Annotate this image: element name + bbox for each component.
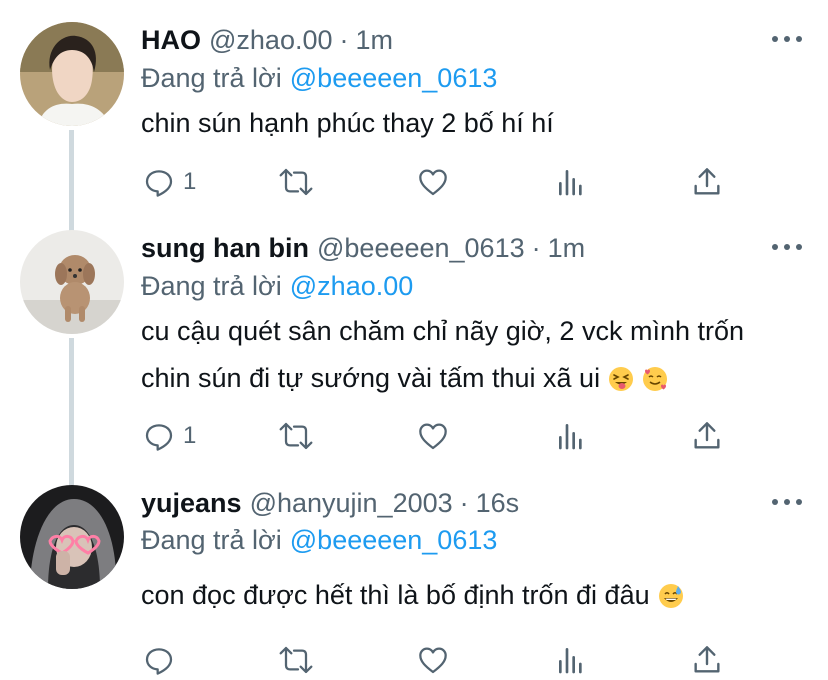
display-name[interactable]: sung han bin <box>141 233 309 264</box>
like-button[interactable] <box>416 416 450 456</box>
replying-to-label: Đang trả lời <box>141 62 282 93</box>
like-button[interactable] <box>416 162 450 202</box>
share-button[interactable] <box>692 416 722 456</box>
smiling-face-with-hearts-icon <box>642 360 668 391</box>
tweet-text-line: cu cậu quét sân chăm chỉ nãy giờ, 2 vck … <box>141 316 745 346</box>
replying-to: Đang trả lời @beeeeen_0613 <box>141 60 497 96</box>
tweet-text: chin sún hạnh phúc thay 2 bố hí hí <box>141 100 554 147</box>
replying-to-handle[interactable]: @beeeeen_0613 <box>290 63 498 94</box>
replying-to-handle[interactable]: @zhao.00 <box>290 271 414 302</box>
replying-to: Đang trả lời @zhao.00 <box>141 268 413 304</box>
tweet-text-line: chin sún hạnh phúc thay 2 bố hí hí <box>141 108 554 138</box>
avatar[interactable] <box>20 22 124 126</box>
separator-dot: · <box>459 487 469 518</box>
squinting-face-with-tongue-icon <box>608 360 634 391</box>
tweet-actions: 1 <box>0 416 828 456</box>
tweet[interactable]: yujeans @hanyujin_2003 · 16s Đang trả lờ… <box>0 485 828 677</box>
share-icon <box>694 422 720 449</box>
display-name[interactable]: yujeans <box>141 488 242 519</box>
views-button[interactable] <box>556 640 586 680</box>
tweet-text: con đọc được hết thì là bố định trốn đi … <box>141 572 684 619</box>
user-handle[interactable]: @beeeeen_0613 <box>317 233 525 264</box>
retweet-icon <box>279 168 313 196</box>
views-button[interactable] <box>556 162 586 202</box>
replying-to-handle[interactable]: @beeeeen_0613 <box>290 525 498 556</box>
reply-icon <box>145 648 173 675</box>
retweet-icon <box>279 646 313 674</box>
avatar[interactable] <box>20 230 124 334</box>
separator-dot: · <box>339 24 349 55</box>
heart-icon <box>419 169 447 196</box>
retweet-icon <box>279 422 313 450</box>
analytics-icon <box>559 170 582 196</box>
share-button[interactable] <box>692 162 722 202</box>
reply-count: 1 <box>183 168 197 195</box>
analytics-icon <box>559 424 582 450</box>
timestamp[interactable]: 1m <box>548 233 586 264</box>
grinning-face-with-sweat-icon <box>658 577 684 608</box>
like-button[interactable] <box>416 640 450 680</box>
share-icon <box>694 646 720 673</box>
separator-dot: · <box>531 232 541 263</box>
tweet-text-line: chin sún đi tự sướng vài tấm thui xã ui <box>141 355 744 402</box>
replying-to-label: Đang trả lời <box>141 270 282 301</box>
more-icon[interactable] <box>772 242 802 252</box>
share-button[interactable] <box>692 640 722 680</box>
views-button[interactable] <box>556 416 586 456</box>
tweet-actions <box>0 640 828 680</box>
avatar[interactable] <box>20 485 124 589</box>
share-icon <box>694 168 720 195</box>
tweet-text-line: con đọc được hết thì là bố định trốn đi … <box>141 572 684 619</box>
replying-to: Đang trả lời @beeeeen_0613 <box>141 522 497 558</box>
more-icon[interactable] <box>772 497 802 507</box>
reply-button[interactable]: 1 <box>143 162 196 202</box>
reply-icon <box>145 170 173 197</box>
retweet-button[interactable] <box>278 162 314 202</box>
reply-count: 1 <box>183 422 197 449</box>
timestamp[interactable]: 16s <box>476 488 520 519</box>
reply-icon <box>145 424 173 451</box>
display-name[interactable]: HAO <box>141 25 201 56</box>
retweet-button[interactable] <box>278 416 314 456</box>
tweet[interactable]: sung han bin @beeeeen_0613 · 1m Đang trả… <box>0 230 828 466</box>
user-handle[interactable]: @hanyujin_2003 <box>250 488 453 519</box>
tweet-text: cu cậu quét sân chăm chỉ nãy giờ, 2 vck … <box>141 308 744 402</box>
replying-to-label: Đang trả lời <box>141 524 282 555</box>
heart-icon <box>419 647 447 674</box>
timestamp[interactable]: 1m <box>356 25 394 56</box>
tweet[interactable]: HAO @zhao.00 · 1m Đang trả lời @beeeeen_… <box>0 22 828 212</box>
user-handle[interactable]: @zhao.00 <box>209 25 333 56</box>
retweet-button[interactable] <box>278 640 314 680</box>
heart-icon <box>419 423 447 450</box>
more-icon[interactable] <box>772 34 802 44</box>
tweet-actions: 1 <box>0 162 828 202</box>
reply-button[interactable]: 1 <box>143 416 196 456</box>
reply-button[interactable] <box>143 640 183 680</box>
analytics-icon <box>559 648 582 674</box>
